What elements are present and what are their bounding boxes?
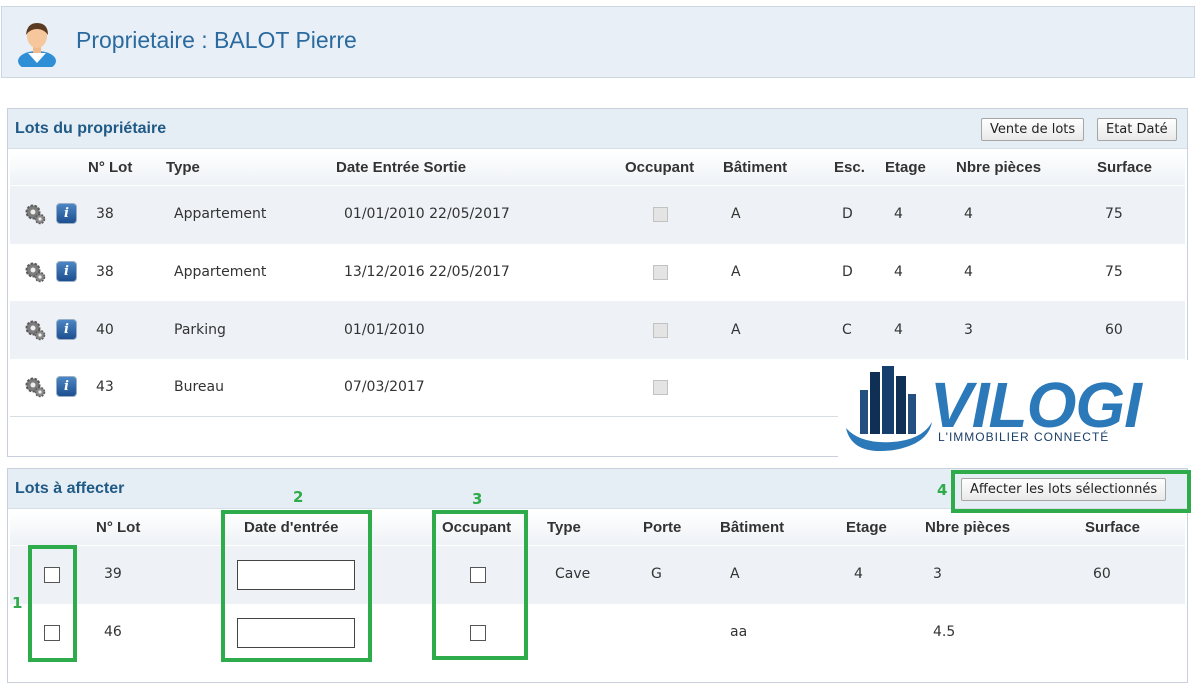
col-etage: Etage bbox=[846, 519, 887, 536]
annotation-number-2: 2 bbox=[293, 488, 304, 506]
lot-pieces: 4.5 bbox=[933, 624, 956, 640]
occupant-checkbox bbox=[653, 323, 668, 338]
occupant-checkbox bbox=[653, 380, 668, 395]
annotation-box-1 bbox=[28, 545, 77, 662]
lot-dates: 13/12/2016 22/05/2017 bbox=[344, 264, 510, 280]
lot-number: 38 bbox=[96, 264, 114, 280]
lot-type: Cave bbox=[555, 566, 591, 582]
col-lot: N° Lot bbox=[88, 159, 133, 176]
building-logo-icon bbox=[846, 366, 932, 452]
col-pieces: Nbre pièces bbox=[925, 519, 1011, 536]
annotation-box-3 bbox=[432, 510, 528, 660]
table-row: i 38 Appartement 01/01/2010 22/05/2017 A… bbox=[10, 186, 1185, 244]
table-row: 39 Cave G A 4 3 60 bbox=[10, 546, 1185, 604]
etat-date-button[interactable]: Etat Daté bbox=[1097, 118, 1177, 141]
occupant-checkbox bbox=[653, 265, 668, 280]
col-esc: Esc. bbox=[834, 159, 865, 176]
annotation-box-4 bbox=[951, 470, 1191, 513]
info-icon[interactable]: i bbox=[56, 376, 77, 397]
lot-surface: 60 bbox=[1093, 566, 1111, 582]
occupant-checkbox bbox=[653, 207, 668, 222]
lot-pieces: 3 bbox=[933, 566, 942, 582]
page-header: Proprietaire : BALOT Pierre bbox=[1, 6, 1195, 78]
info-icon[interactable]: i bbox=[56, 319, 77, 340]
panel-header: Lots du propriétaire Vente de lots Etat … bbox=[8, 109, 1187, 149]
lot-number: 46 bbox=[104, 624, 122, 640]
page-title: Proprietaire : BALOT Pierre bbox=[76, 27, 357, 53]
lot-dates: 01/01/2010 bbox=[344, 322, 425, 338]
col-batiment: Bâtiment bbox=[723, 159, 788, 176]
table-header: N° Lot Date d'entrée Occupant Type Porte… bbox=[10, 511, 1185, 545]
lot-batiment: aa bbox=[730, 624, 748, 640]
lot-pieces: 4 bbox=[964, 206, 973, 222]
lot-etage: 4 bbox=[854, 566, 863, 582]
lot-surface: 60 bbox=[1105, 322, 1123, 338]
lot-type: Bureau bbox=[174, 379, 224, 395]
col-batiment: Bâtiment bbox=[720, 519, 785, 536]
lot-etage: 4 bbox=[894, 322, 903, 338]
gear-icon[interactable] bbox=[24, 376, 46, 398]
col-occupant: Occupant bbox=[625, 159, 695, 176]
annotation-number-1: 1 bbox=[12, 594, 23, 612]
logo-tagline: L'IMMOBILIER CONNECTÉ bbox=[938, 430, 1110, 444]
lot-dates: 07/03/2017 bbox=[344, 379, 425, 395]
vente-lots-button[interactable]: Vente de lots bbox=[981, 118, 1085, 141]
lot-pieces: 4 bbox=[964, 264, 973, 280]
lot-batiment: A bbox=[731, 264, 741, 280]
lot-type: Appartement bbox=[174, 264, 267, 280]
vilogi-logo: VILOGI L'IMMOBILIER CONNECTÉ bbox=[838, 360, 1194, 460]
lot-batiment: A bbox=[731, 206, 741, 222]
lot-number: 38 bbox=[96, 206, 114, 222]
table-row: i 38 Appartement 13/12/2016 22/05/2017 A… bbox=[10, 244, 1185, 302]
annotation-box-2 bbox=[221, 510, 372, 662]
lot-number: 39 bbox=[104, 566, 122, 582]
lot-esc: D bbox=[842, 206, 853, 222]
gear-icon[interactable] bbox=[24, 319, 46, 341]
lot-esc: D bbox=[842, 264, 853, 280]
gear-icon[interactable] bbox=[24, 203, 46, 225]
lot-dates: 01/01/2010 22/05/2017 bbox=[344, 206, 510, 222]
lot-esc: C bbox=[842, 322, 852, 338]
lot-type: Appartement bbox=[174, 206, 267, 222]
col-type: Type bbox=[166, 159, 200, 176]
gear-icon[interactable] bbox=[24, 261, 46, 283]
lot-number: 43 bbox=[96, 379, 114, 395]
lot-etage: 4 bbox=[894, 264, 903, 280]
lot-pieces: 3 bbox=[964, 322, 973, 338]
col-lot: N° Lot bbox=[96, 519, 141, 536]
col-dates: Date Entrée Sortie bbox=[336, 159, 467, 176]
lot-surface: 75 bbox=[1105, 264, 1123, 280]
lot-surface: 75 bbox=[1105, 206, 1123, 222]
col-etage: Etage bbox=[885, 159, 926, 176]
info-icon[interactable]: i bbox=[56, 261, 77, 282]
lot-number: 40 bbox=[96, 322, 114, 338]
lot-batiment: A bbox=[731, 322, 741, 338]
col-surface: Surface bbox=[1085, 519, 1141, 536]
lot-porte: G bbox=[651, 566, 662, 582]
col-pieces: Nbre pièces bbox=[956, 159, 1042, 176]
annotation-number-4: 4 bbox=[937, 481, 948, 499]
table-row: 46 aa 4.5 bbox=[10, 604, 1185, 662]
col-porte: Porte bbox=[643, 519, 682, 536]
user-avatar-icon bbox=[18, 23, 56, 67]
lot-batiment: A bbox=[730, 566, 740, 582]
panel-title: Lots du propriétaire bbox=[15, 120, 167, 137]
table-row: i 40 Parking 01/01/2010 A C 4 3 60 bbox=[10, 301, 1185, 359]
lot-etage: 4 bbox=[894, 206, 903, 222]
table-header: N° Lot Type Date Entrée Sortie Occupant … bbox=[10, 151, 1185, 185]
col-surface: Surface bbox=[1097, 159, 1153, 176]
panel-title: Lots à affecter bbox=[15, 480, 125, 497]
annotation-number-3: 3 bbox=[472, 490, 483, 508]
lot-type: Parking bbox=[174, 322, 226, 338]
col-type: Type bbox=[547, 519, 581, 536]
info-icon[interactable]: i bbox=[56, 203, 77, 224]
